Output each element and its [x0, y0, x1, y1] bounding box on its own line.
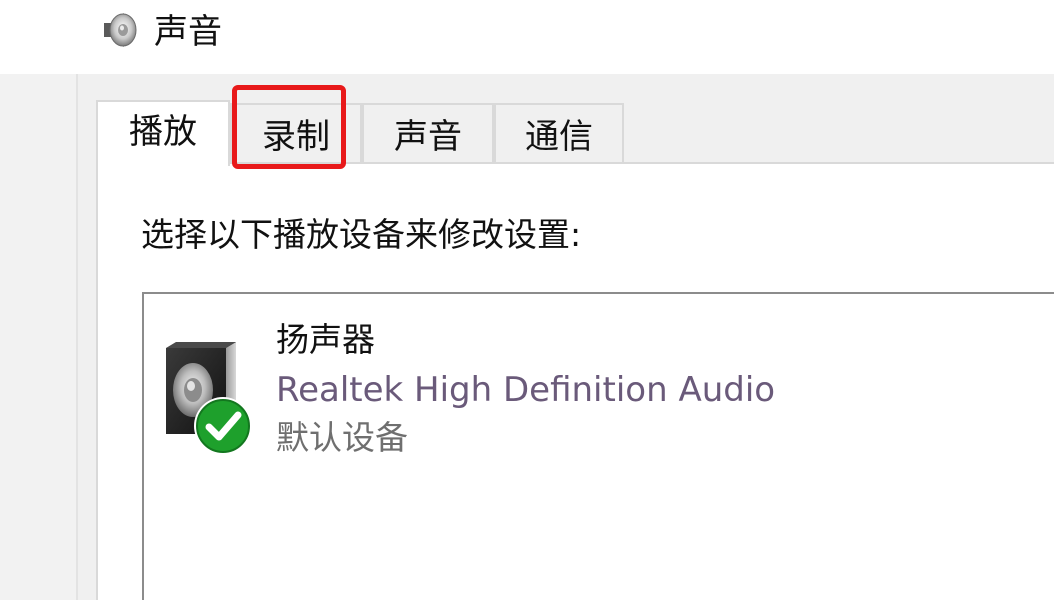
window-title: 声音 — [154, 12, 222, 52]
tab-sounds[interactable]: 声音 — [362, 103, 494, 163]
recording-tab-highlight — [232, 85, 346, 169]
device-driver: Realtek High Definition Audio — [276, 370, 776, 410]
tab-playback[interactable]: 播放 — [96, 100, 230, 166]
tab-communications[interactable]: 通信 — [494, 103, 624, 163]
device-status: 默认设备 — [276, 418, 408, 457]
speaker-icon — [104, 13, 137, 47]
device-list[interactable]: 扬声器 Realtek High Definition Audio 默认设备 — [142, 292, 1054, 600]
default-check-icon — [194, 397, 252, 455]
speaker-icon — [166, 342, 252, 455]
device-item-speaker[interactable]: 扬声器 Realtek High Definition Audio 默认设备 — [158, 314, 1038, 484]
title-bar: 声音 — [0, 0, 1054, 74]
device-name: 扬声器 — [276, 320, 375, 359]
instruction-text: 选择以下播放设备来修改设置: — [141, 215, 582, 254]
